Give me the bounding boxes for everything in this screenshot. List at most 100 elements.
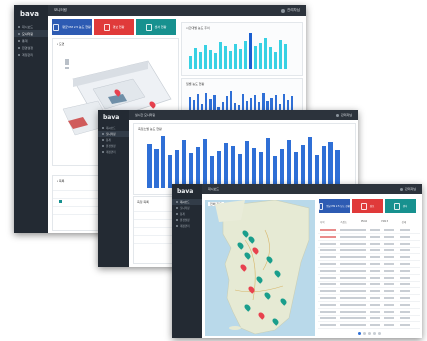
table-cell [340, 317, 366, 320]
dashboard-window-front: bava 대시보드모니터링통계환경설정계정관리 대시보드 관리자님 전체 지도 [172, 184, 422, 338]
sidebar-item[interactable]: 계정관리 [172, 223, 202, 229]
sidebar-item[interactable]: 계정관리 [98, 149, 129, 155]
daily-chart-title: 일별 농도 현황 [186, 82, 205, 86]
table-row[interactable] [318, 269, 420, 275]
table-cell [320, 269, 336, 272]
table-cell [384, 263, 394, 265]
table-cell [340, 297, 366, 299]
table-cell [340, 263, 366, 265]
table-cell [320, 242, 336, 245]
nav-icon [176, 201, 178, 203]
sidebar-item[interactable]: 모니터링 [14, 30, 48, 37]
summary-tile[interactable]: 경보 [352, 199, 383, 213]
tile-label: 센서 [402, 205, 408, 208]
table-cell [370, 269, 380, 272]
chart-bar [268, 47, 273, 69]
sidebar-item[interactable]: 통계 [14, 37, 48, 44]
sidebar-nav: 대시보드 모니터링 통계환경설정 계정관리 [14, 23, 48, 58]
nav-icon [102, 139, 104, 141]
station-chart-title: 측정소별 농도 현황 [138, 127, 162, 131]
table-cell [320, 235, 336, 238]
table-cell [370, 303, 380, 306]
chart-bar [248, 33, 253, 69]
table-cell [400, 310, 410, 313]
sidebar-nav: 대시보드 모니터링 통계 환경설정 계정관리 [98, 125, 129, 155]
chart-bar [244, 141, 250, 188]
map-panel[interactable]: 전체 지도 [205, 200, 315, 336]
nav-icon [18, 25, 20, 28]
summary-tile[interactable]: 평균 PM 2.5 농도 현황 [319, 199, 350, 213]
table-row[interactable] [318, 235, 420, 241]
table-row[interactable] [318, 289, 420, 296]
table-cell [340, 249, 366, 252]
chart-bar [230, 145, 236, 188]
sidebar-item-label: 대시보드 [180, 201, 190, 204]
table-cell [384, 303, 394, 306]
table-row[interactable] [318, 282, 420, 289]
table-row[interactable] [318, 248, 420, 255]
sidebar-item-label: 대시보드 [106, 127, 116, 130]
sidebar-item[interactable]: 환경설정 [14, 44, 48, 51]
pagination[interactable] [358, 332, 381, 335]
table-cell [384, 235, 394, 238]
nav-icon [18, 39, 20, 42]
table-row[interactable] [318, 255, 420, 262]
chart-bar [198, 52, 203, 69]
sidebar-item-label: 모니터링 [180, 207, 190, 210]
user-menu[interactable]: 관리자님 [335, 113, 352, 117]
sidebar-item-label: 환경설정 [22, 45, 34, 50]
tile-label: 평균 PM 2.5 농도 현황 [326, 205, 350, 208]
table-row[interactable] [318, 296, 420, 302]
user-icon [335, 113, 339, 117]
sidebar: bava 대시보드 모니터링 통계 환경설정 계정관리 [172, 184, 202, 338]
table-cell [384, 324, 394, 327]
nav-icon [176, 219, 178, 221]
chart-bar [321, 146, 326, 188]
sidebar-item-label: 통계 [106, 139, 111, 142]
table-cell [400, 242, 410, 245]
sidebar-item-label: 통계 [22, 38, 28, 43]
summary-tile[interactable]: 센서 [385, 199, 416, 213]
table-header-cell: 상태 [401, 221, 407, 224]
user-menu[interactable]: 관리자님 [399, 187, 416, 191]
table-row[interactable] [318, 316, 420, 323]
chart-bar [223, 46, 228, 69]
table-row[interactable] [318, 276, 420, 282]
nav-icon [102, 145, 104, 147]
list-title: ▪ 목록 [57, 179, 65, 183]
measure-list-title: 측정 목록 [137, 200, 149, 204]
top-bar: 모니터링 관리자님 [48, 5, 306, 16]
user-menu[interactable]: 관리자님 [281, 8, 300, 13]
table-cell [340, 256, 366, 259]
table-row[interactable] [318, 303, 420, 309]
table-row[interactable] [318, 228, 420, 234]
table-row[interactable] [318, 323, 420, 330]
table-header-cell: PM2.5 [381, 220, 389, 223]
table-row[interactable] [318, 242, 420, 248]
table-cell [370, 310, 380, 313]
chart-bar [188, 55, 193, 69]
sidebar-nav: 대시보드 모니터링 통계 환경설정 계정관리 [172, 199, 202, 229]
summary-tile[interactable]: 센서 현황 [136, 19, 176, 35]
table-cell [340, 242, 366, 245]
tile-label: 경보 현황 [112, 25, 125, 29]
table-cell [400, 249, 410, 252]
table-cell [340, 303, 366, 306]
table-cell [370, 249, 380, 252]
table-cell [400, 297, 410, 299]
table-row[interactable] [318, 310, 420, 316]
summary-tile[interactable]: 평균 PM 2.5 농도 현황 [52, 19, 92, 35]
sidebar-item[interactable]: 계정관리 [14, 51, 48, 58]
table-cell [320, 256, 336, 259]
chart-bar [237, 154, 243, 188]
list-check-icon[interactable] [59, 200, 62, 203]
chart-bar [217, 150, 222, 188]
tile-label: 센서 현황 [154, 25, 167, 29]
nav-icon [176, 225, 178, 227]
user-label: 관리자님 [340, 113, 352, 117]
summary-tile[interactable]: 경보 현황 [94, 19, 134, 35]
table-row[interactable] [318, 262, 420, 268]
sidebar-item[interactable]: 대시보드 [14, 23, 48, 30]
nav-icon [176, 207, 178, 209]
user-label: 관리자님 [404, 187, 416, 191]
